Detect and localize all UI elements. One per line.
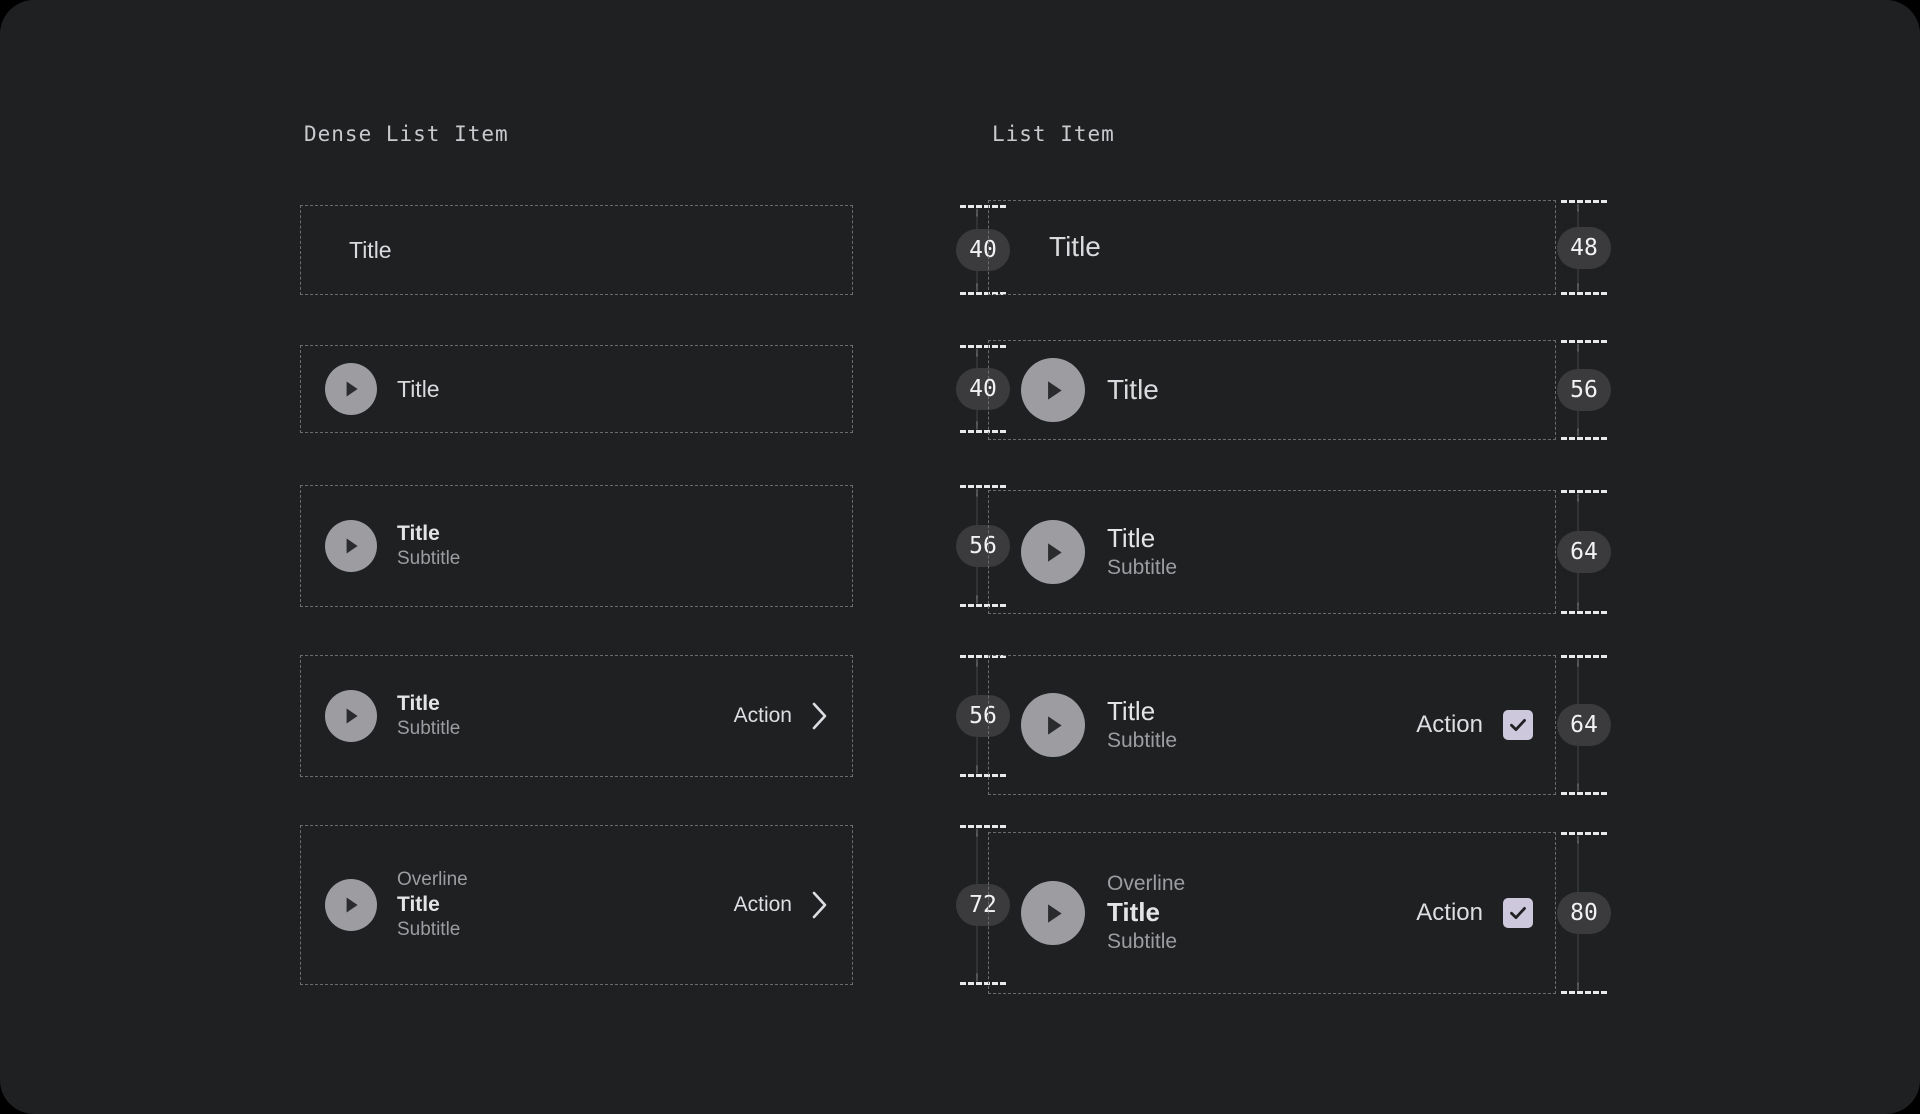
play-circle-icon	[325, 690, 377, 742]
height-gauge: 56	[1557, 340, 1611, 440]
action-label[interactable]: Action	[734, 893, 792, 917]
list-item[interactable]: Overline Title Subtitle Action	[300, 825, 853, 985]
list-item-title: Title	[1107, 696, 1156, 727]
action-label[interactable]: Action	[1416, 711, 1483, 739]
list-item[interactable]: Title Subtitle Action	[988, 655, 1556, 795]
list-item-spec-row: Title Subtitle Action 64	[988, 655, 1638, 795]
spec-columns: Dense List Item Title 40 Title 40 Title Subtit…	[0, 0, 1920, 1114]
list-item-spec-row: Overline Title Subtitle Action 72	[300, 825, 1010, 985]
checkbox-checked-icon[interactable]	[1503, 710, 1533, 740]
list-item-title: Title	[397, 375, 440, 402]
list-item-overline: Overline	[1107, 871, 1186, 895]
list-item-subtitle: Subtitle	[397, 717, 461, 739]
list-item-text: Title Subtitle	[397, 521, 830, 570]
list-item-text: Title	[1049, 230, 1533, 264]
list-item[interactable]: Title	[300, 205, 853, 295]
play-circle-icon	[1021, 881, 1085, 945]
list-item-action[interactable]: Action	[1416, 898, 1533, 928]
list-item-title: Title	[397, 522, 440, 546]
list-item-spec-row: Title Subtitle 64	[988, 490, 1638, 614]
play-circle-icon	[325, 520, 377, 572]
action-label[interactable]: Action	[734, 704, 792, 728]
play-circle-icon	[1021, 358, 1085, 422]
action-label[interactable]: Action	[1416, 899, 1483, 927]
list-item-title: Title	[397, 893, 440, 917]
list-item-subtitle: Subtitle	[1107, 555, 1178, 579]
list-item[interactable]: Title	[988, 200, 1556, 295]
list-item-subtitle: Subtitle	[1107, 929, 1178, 953]
height-badge: 56	[1557, 369, 1611, 411]
list-item-text: Title Subtitle	[397, 691, 734, 740]
list-item[interactable]: Title	[988, 340, 1556, 440]
play-circle-icon	[1021, 693, 1085, 757]
list-item-text: Title	[1107, 373, 1533, 407]
list-item-subtitle: Subtitle	[397, 918, 461, 940]
list-item[interactable]: Title Subtitle	[300, 485, 853, 607]
list-item-text: Title Subtitle	[1107, 523, 1533, 581]
list-item-title: Title	[1107, 523, 1156, 554]
list-item-spec-row: Title 48	[988, 200, 1638, 295]
list-item[interactable]: Overline Title Subtitle Action	[988, 832, 1556, 994]
list-item[interactable]: Title Subtitle Action	[300, 655, 853, 777]
checkbox-checked-icon[interactable]	[1503, 898, 1533, 928]
list-item-text: Overline Title Subtitle	[397, 868, 734, 941]
height-badge: 64	[1557, 704, 1611, 746]
chevron-right-icon[interactable]	[810, 700, 830, 732]
list-item[interactable]: Title Subtitle	[988, 490, 1556, 614]
list-item-subtitle: Subtitle	[397, 547, 461, 569]
height-badge: 64	[1557, 531, 1611, 573]
list-item-title: Title	[1107, 897, 1160, 928]
height-gauge: 48	[1557, 200, 1611, 295]
list-item-action[interactable]: Action	[734, 700, 830, 732]
height-gauge: 64	[1557, 490, 1611, 614]
list-item-title: Title	[1107, 373, 1159, 405]
list-item-spec-row: Title 40	[300, 205, 1010, 295]
list-item-action[interactable]: Action	[734, 889, 830, 921]
list-item-spec-row: Title Subtitle Action 56	[300, 655, 1010, 777]
play-circle-icon	[325, 363, 377, 415]
height-badge: 80	[1557, 892, 1611, 934]
list-item-spec-row: Title 40	[300, 345, 1010, 433]
column-header-dense: Dense List Item	[304, 122, 509, 146]
list-item-text: Title	[397, 375, 830, 403]
list-item-spec-row: Overline Title Subtitle Action 80	[988, 832, 1638, 994]
app-frame: Dense List Item Title 40 Title 40 Title Subtit…	[0, 0, 1920, 1114]
list-item-action[interactable]: Action	[1416, 710, 1533, 740]
play-circle-icon	[325, 879, 377, 931]
height-gauge: 64	[1557, 655, 1611, 795]
list-item-title: Title	[349, 236, 392, 263]
play-circle-icon	[1021, 520, 1085, 584]
height-gauge: 80	[1557, 832, 1611, 994]
list-item-spec-row: Title 56	[988, 340, 1638, 440]
column-header-regular: List Item	[992, 122, 1115, 146]
list-item-text: Overline Title Subtitle	[1107, 871, 1416, 955]
list-item-spec-row: Title Subtitle 56	[300, 485, 1010, 607]
list-item[interactable]: Title	[300, 345, 853, 433]
list-item-subtitle: Subtitle	[1107, 728, 1178, 752]
list-item-text: Title	[349, 236, 830, 264]
list-item-text: Title Subtitle	[1107, 696, 1416, 754]
chevron-right-icon[interactable]	[810, 889, 830, 921]
height-badge: 48	[1557, 226, 1611, 269]
list-item-overline: Overline	[397, 869, 468, 891]
list-item-title: Title	[397, 692, 440, 716]
list-item-title: Title	[1049, 231, 1101, 263]
